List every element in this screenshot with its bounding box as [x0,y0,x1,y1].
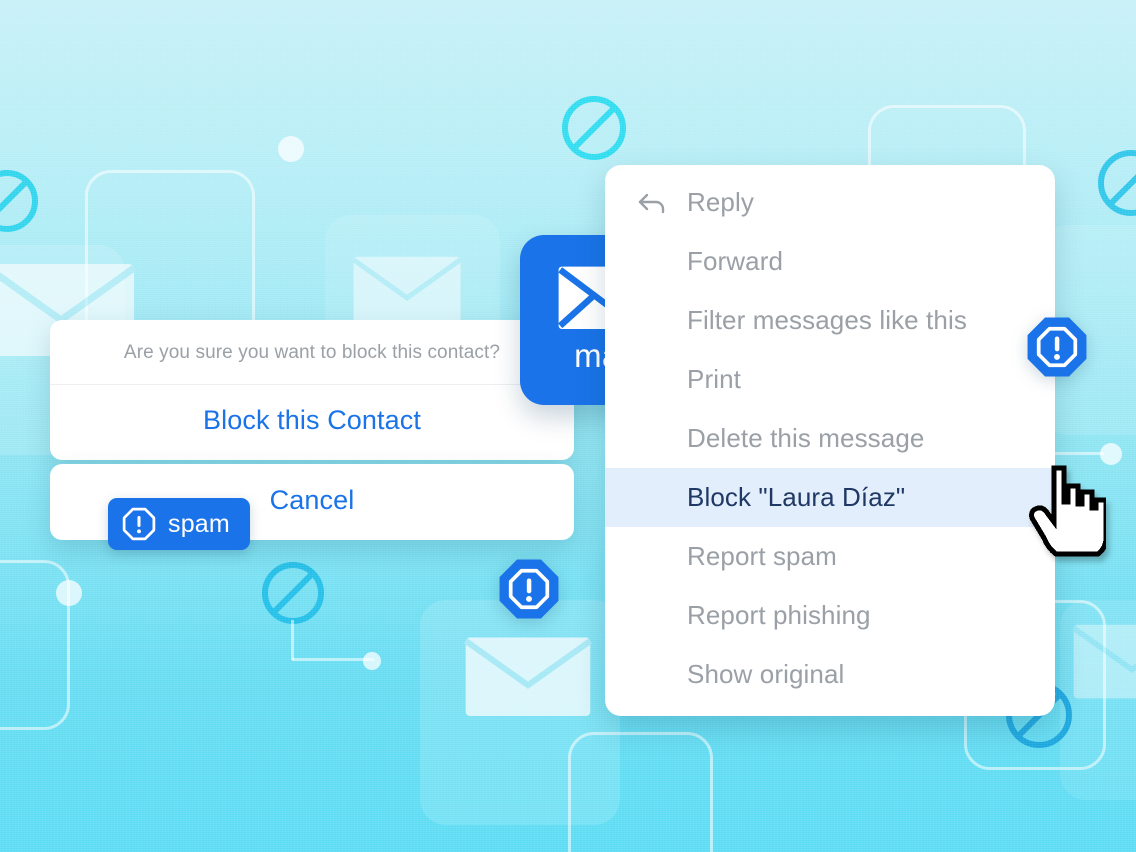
envelope-bg-upper-mid [352,252,462,326]
bg-dot-4 [363,652,381,670]
message-context-menu: Reply Forward Filter messages like this … [605,165,1055,716]
reply-arrow-icon [637,191,683,215]
menu-item-label: Report spam [687,541,837,571]
menu-item-label: Filter messages like this [687,305,967,335]
octagon-alert-icon-right [1026,316,1088,378]
menu-item-block-contact[interactable]: Block "Laura Díaz" [605,468,1055,527]
bg-dot-1 [278,136,304,162]
ban-icon-left-edge [0,170,38,232]
bg-dot-2 [56,580,82,606]
octagon-alert-icon-center [498,558,560,620]
menu-item-filter-messages[interactable]: Filter messages like this [605,291,1055,350]
menu-item-label: Reply [687,187,754,217]
menu-item-forward[interactable]: Forward [605,232,1055,291]
menu-item-report-spam[interactable]: Report spam [605,527,1055,586]
menu-item-label: Show original [687,659,845,689]
menu-item-delete-this-message[interactable]: Delete this message [605,409,1055,468]
ban-icon-lower-left [262,562,324,624]
menu-item-show-original[interactable]: Show original [605,645,1055,704]
ban-icon-right-edge [1098,150,1136,216]
illustration-canvas: Are you sure you want to block this cont… [0,0,1136,852]
bg-connector-line-2 [291,620,294,660]
menu-item-label: Block "Laura Díaz" [687,482,906,512]
envelope-bg-far-right [1072,620,1136,700]
menu-item-label: Print [687,364,741,394]
menu-item-label: Delete this message [687,423,925,453]
block-contact-confirm-dialog: Are you sure you want to block this cont… [50,320,574,460]
spam-badge: spam [108,498,250,550]
octagon-alert-icon [122,507,156,541]
menu-item-label: Report phishing [687,600,871,630]
ban-icon-top-center [562,96,626,160]
menu-item-label: Forward [687,246,784,276]
confirm-question-text: Are you sure you want to block this cont… [50,320,574,385]
menu-item-print[interactable]: Print [605,350,1055,409]
pointing-hand-cursor [1028,462,1106,562]
envelope-bg-lower-mid [464,632,592,718]
spam-badge-label: spam [168,509,230,538]
menu-item-report-phishing[interactable]: Report phishing [605,586,1055,645]
bg-connector-line-1 [292,658,374,661]
block-this-contact-button[interactable]: Block this Contact [50,385,574,460]
menu-item-reply[interactable]: Reply [605,173,1055,232]
